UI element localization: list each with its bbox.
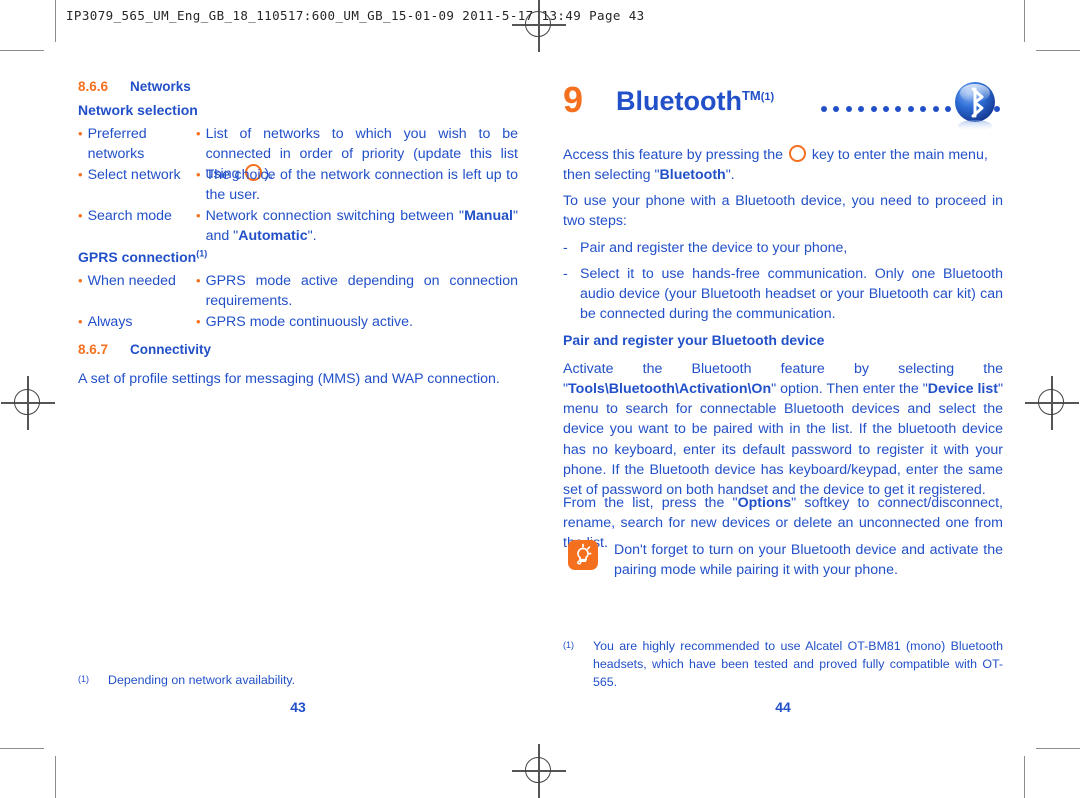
- definition-row-always: • Always • GPRS mode continuously active…: [78, 312, 518, 332]
- definition-term: • Preferred networks: [78, 124, 196, 164]
- value-manual: Manual: [464, 208, 513, 224]
- definition-description: • GPRS mode continuously active.: [196, 312, 518, 332]
- value-bluetooth: Bluetooth: [659, 167, 726, 184]
- definition-description-text: GPRS mode active depending on connection…: [205, 273, 518, 310]
- registration-circle: [525, 757, 551, 783]
- heading-networks-number: 8.6.6: [78, 79, 109, 94]
- trim-mark-left-vertical: [55, 0, 56, 42]
- value-device-list: Device list: [927, 381, 998, 398]
- value-tools-bluetooth-activation-on: Tools\Bluetooth\Activation\On: [568, 381, 772, 398]
- paragraph-pair-instructions: Activate the Bluetooth feature by select…: [563, 359, 1003, 500]
- paragraph-two-steps: To use your phone with a Bluetooth devic…: [563, 193, 1003, 230]
- registration-circle: [14, 389, 40, 415]
- heading-networks-title: Networks: [130, 79, 191, 94]
- pair-text-2: " option. Then enter the ": [771, 381, 928, 398]
- bullet-icon: •: [196, 314, 201, 329]
- bullet-icon: •: [78, 126, 83, 141]
- options-text-1: From the list, press the ": [563, 495, 738, 511]
- definition-term-label: Search mode: [87, 208, 172, 224]
- step-text: Pair and register the device to your pho…: [580, 240, 848, 256]
- ok-key-icon: [788, 145, 806, 162]
- definition-term: • Search mode: [78, 206, 196, 226]
- definition-row-select-network: • Select network • The choice of the net…: [78, 165, 518, 205]
- definition-description: • The choice of the network connection i…: [196, 165, 518, 205]
- registration-mark-right: [1025, 376, 1079, 430]
- definition-term-label: Select network: [87, 167, 181, 183]
- trim-mark-topleft-horizontal: [0, 50, 44, 51]
- footnote-marker: (1): [563, 640, 574, 650]
- step-text: Select it to use hands-free communicatio…: [580, 266, 1003, 323]
- registration-mark-left: [1, 376, 55, 430]
- value-automatic: Automatic: [238, 228, 308, 245]
- definition-description-text: The choice of the network connection is …: [205, 167, 518, 204]
- definition-description-text: Network connection switching between "Ma…: [205, 208, 518, 245]
- footnote-marker: (1): [196, 248, 208, 259]
- definition-term-label: Preferred networks: [87, 126, 147, 163]
- trim-mark-right-vertical: [1024, 0, 1025, 42]
- heading-gprs-connection-label: GPRS connection: [78, 249, 197, 265]
- definition-description: • GPRS mode active depending on connecti…: [196, 271, 518, 311]
- trim-mark-bottomright-horizontal: [1036, 748, 1080, 749]
- trim-mark-topright-horizontal: [1036, 50, 1080, 51]
- step-item-select: - Select it to use hands-free communicat…: [563, 264, 1003, 324]
- heading-networks: 8.6.6 Networks: [78, 78, 191, 96]
- definition-description: • Network connection switching between "…: [196, 206, 518, 246]
- paragraph-connectivity: A set of profile settings for messaging …: [78, 371, 500, 387]
- registration-mark-bottom-center: [512, 744, 566, 798]
- bullet-icon: •: [196, 273, 201, 288]
- footnote-text: You are highly recommended to use Alcate…: [593, 639, 1003, 689]
- trim-mark-bottomleft-horizontal: [0, 748, 44, 749]
- trim-mark-bottomleft-vertical: [55, 756, 56, 798]
- tip-text: Don't forget to turn on your Bluetooth d…: [614, 542, 1003, 579]
- heading-pair-and-register: Pair and register your Bluetooth device: [563, 332, 825, 348]
- definition-term-label: Always: [87, 314, 133, 330]
- definition-description-text: GPRS mode continuously active.: [205, 314, 413, 330]
- page-number-right: 44: [775, 699, 791, 715]
- lightbulb-tip-icon: [568, 540, 598, 570]
- dash-bullet-icon: -: [563, 266, 568, 282]
- definition-term-label: When needed: [87, 273, 176, 289]
- definition-row-search-mode: • Search mode • Network connection switc…: [78, 206, 518, 246]
- definition-term: • Always: [78, 312, 196, 332]
- heading-connectivity-number: 8.6.7: [78, 342, 109, 357]
- page-left: 8.6.6 Networks Network selection • Prefer…: [78, 0, 518, 798]
- heading-connectivity-title: Connectivity: [130, 342, 212, 357]
- value-options: Options: [737, 495, 792, 511]
- definition-term: • Select network: [78, 165, 196, 185]
- step-item-pair: - Pair and register the device to your p…: [563, 238, 1003, 258]
- intro-text-end: ".: [725, 167, 735, 184]
- definition-row-when-needed: • When needed • GPRS mode active dependi…: [78, 271, 518, 311]
- dash-bullet-icon: -: [563, 240, 568, 256]
- page-number-left: 43: [290, 699, 306, 715]
- bullet-icon: •: [78, 314, 83, 329]
- tip-box: Don't forget to turn on your Bluetooth d…: [568, 540, 1003, 580]
- footnote-marker: (1): [78, 674, 89, 684]
- bullet-icon: •: [196, 208, 201, 223]
- bullet-icon: •: [78, 167, 83, 182]
- footnote-left-page: (1) Depending on network availability.: [78, 672, 478, 690]
- intro-text-before: Access this feature by pressing the: [563, 147, 787, 163]
- registration-circle: [1038, 389, 1064, 415]
- footnote-right-page: (1) You are highly recommended to use Al…: [563, 638, 1003, 692]
- definition-term: • When needed: [78, 271, 196, 291]
- heading-gprs-connection: GPRS connection(1): [78, 248, 207, 266]
- bullet-icon: •: [78, 208, 83, 223]
- heading-network-selection: Network selection: [78, 102, 198, 118]
- bullet-icon: •: [78, 273, 83, 288]
- heading-connectivity: 8.6.7 Connectivity: [78, 341, 211, 359]
- paragraph-access-feature: Access this feature by pressing the key …: [563, 145, 1003, 185]
- bullet-icon: •: [196, 167, 201, 182]
- page-right: Access this feature by pressing the key …: [563, 0, 1003, 798]
- pair-text-3: " menu to search for connectable Bluetoo…: [563, 381, 1003, 498]
- trim-mark-bottomright-vertical: [1024, 756, 1025, 798]
- footnote-text: Depending on network availability.: [108, 673, 296, 687]
